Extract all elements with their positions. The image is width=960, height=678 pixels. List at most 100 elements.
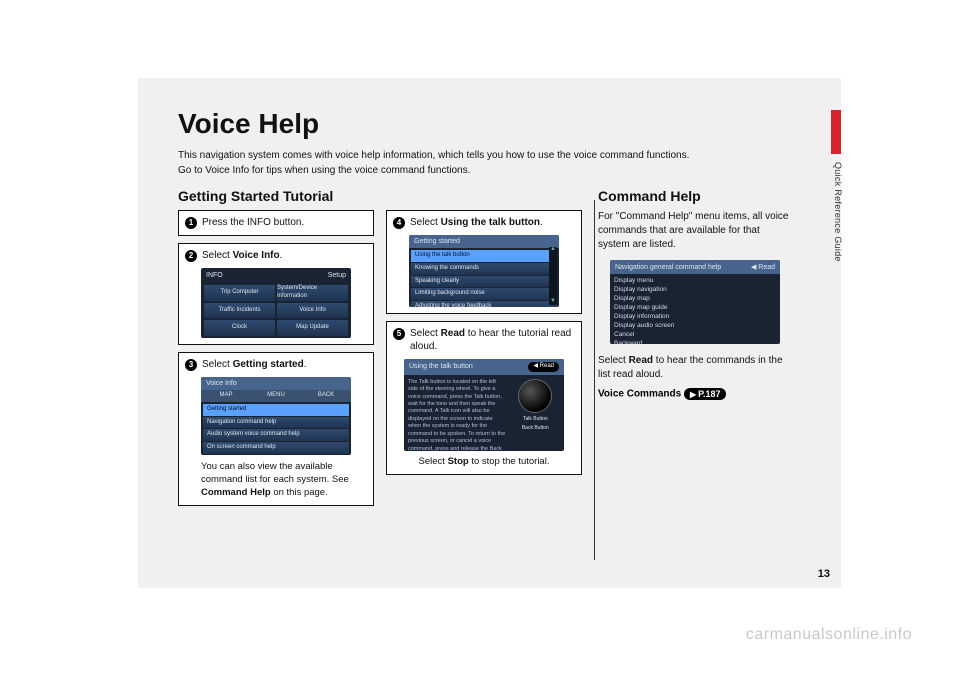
step-4-scrollbar bbox=[549, 247, 557, 305]
step-2-screen-topright: Setup bbox=[328, 271, 346, 280]
step-4-prefix: Select bbox=[410, 217, 441, 228]
step-2-prefix: Select bbox=[202, 250, 233, 261]
voice-commands-ref: Voice Commands ▶P.187 bbox=[598, 388, 792, 400]
step-4-row: Speaking clearly bbox=[411, 276, 557, 288]
cmd-row: Backward bbox=[614, 340, 776, 344]
step-2-screen-topleft: INFO bbox=[206, 271, 223, 280]
step-3-note-pre: You can also view the available command … bbox=[201, 461, 349, 485]
cmd-row: Display map guide bbox=[614, 304, 776, 311]
info-cell: Voice Info bbox=[277, 303, 348, 319]
step-5-caption: Select Stop to stop the tutorial. bbox=[393, 456, 575, 468]
step-3-note: You can also view the available command … bbox=[201, 461, 363, 499]
step-5-bold: Read bbox=[441, 328, 465, 339]
step-4-text: Select Using the talk button. bbox=[410, 216, 543, 229]
column-right: Command Help For "Command Help" menu ite… bbox=[594, 188, 792, 548]
step-2-bullet: 2 bbox=[185, 250, 197, 262]
step-5-text: Select Read to hear the tutorial read al… bbox=[410, 327, 575, 353]
step-3-note-post: on this page. bbox=[271, 487, 328, 498]
step-5-caption-bold: Stop bbox=[448, 456, 469, 467]
column-middle: 4 Select Using the talk button. Getting … bbox=[386, 188, 582, 548]
step-5-bullet: 5 bbox=[393, 328, 405, 340]
step-1-text: Press the INFO button. bbox=[202, 216, 304, 229]
step-5-screen-header: Using the talk button bbox=[409, 362, 473, 371]
step-3-screen-header: Voice Info bbox=[201, 377, 351, 390]
step-2-suffix: . bbox=[280, 250, 283, 261]
tutorial-heading: Getting Started Tutorial bbox=[178, 188, 374, 204]
step-5-screen-body: The Talk button is located on the left s… bbox=[408, 379, 507, 451]
step-4-suffix: . bbox=[540, 217, 543, 228]
step-3-text: Select Getting started. bbox=[202, 358, 306, 371]
command-help-outro: Select Read to hear the commands in the … bbox=[598, 354, 792, 382]
cmd-row: Display information bbox=[614, 313, 776, 320]
step-1-bullet: 1 bbox=[185, 217, 197, 229]
intro-line-2: Go to Voice Info for tips when using the… bbox=[178, 163, 800, 178]
step-3-box: 3 Select Getting started. Voice Info MAP… bbox=[178, 352, 374, 506]
cmd-row: Display map bbox=[614, 295, 776, 302]
cmd-row: Display menu bbox=[614, 277, 776, 284]
step-3-tab: MENU bbox=[251, 390, 301, 402]
step-3-note-bold: Command Help bbox=[201, 487, 271, 498]
cmd-outro-pre: Select bbox=[598, 355, 629, 366]
intro-text: This navigation system comes with voice … bbox=[178, 148, 800, 178]
step-2-bold: Voice Info bbox=[233, 250, 280, 261]
step-3-row: Audio system voice command help bbox=[203, 429, 349, 441]
step-3-prefix: Select bbox=[202, 359, 233, 370]
step-5-side-2: Back Button bbox=[522, 426, 549, 432]
page-title: Voice Help bbox=[178, 108, 800, 140]
step-5-read-chip: ◀ Read bbox=[528, 362, 559, 372]
voice-commands-ref-label: Voice Commands bbox=[598, 389, 681, 400]
step-5-caption-post: to stop the tutorial. bbox=[469, 456, 550, 467]
step-4-screen-header: Getting started bbox=[409, 235, 559, 248]
step-4-row: Knowing the commands bbox=[411, 263, 557, 275]
cmd-outro-bold: Read bbox=[629, 355, 653, 366]
step-3-row: Navigation command help bbox=[203, 417, 349, 429]
step-5-caption-pre: Select bbox=[419, 456, 448, 467]
talk-button-illustration bbox=[518, 379, 552, 413]
step-5-box: 5 Select Read to hear the tutorial read … bbox=[386, 321, 582, 475]
cmd-read-chip: ◀ Read bbox=[751, 263, 775, 271]
step-5-screenshot: Using the talk button ◀ Read The Talk bu… bbox=[404, 359, 564, 451]
step-3-bullet: 3 bbox=[185, 359, 197, 371]
step-3-screenshot: Voice Info MAP MENU BACK Getting started… bbox=[201, 377, 351, 455]
section-tab-red bbox=[831, 110, 841, 154]
info-cell: Traffic Incidents bbox=[204, 303, 275, 319]
step-5-read-label: Read bbox=[540, 363, 554, 369]
step-4-bullet: 4 bbox=[393, 217, 405, 229]
cmd-read-label: Read bbox=[758, 264, 775, 271]
cmd-screen-header: Navigation general command help bbox=[615, 264, 721, 271]
step-4-row: Using the talk button bbox=[411, 250, 557, 262]
section-side-label: Quick Reference Guide bbox=[833, 162, 843, 262]
info-cell: System/Device Information bbox=[277, 285, 348, 301]
step-3-row: On screen command help bbox=[203, 442, 349, 454]
footer-watermark: carmanualsonline.info bbox=[746, 626, 912, 644]
column-left: Getting Started Tutorial 1 Press the INF… bbox=[178, 188, 374, 548]
step-2-box: 2 Select Voice Info. INFO Setup Trip Com… bbox=[178, 243, 374, 345]
cmd-row: Display audio screen bbox=[614, 322, 776, 329]
cmd-row: Display navigation bbox=[614, 286, 776, 293]
step-3-tab: BACK bbox=[301, 390, 351, 402]
page-content: Voice Help This navigation system comes … bbox=[178, 108, 800, 548]
step-4-screenshot: Getting started Using the talk button Kn… bbox=[409, 235, 559, 307]
step-5-prefix: Select bbox=[410, 328, 441, 339]
cmd-row: Cancel bbox=[614, 331, 776, 338]
step-3-tab: MAP bbox=[201, 390, 251, 402]
page-number: 13 bbox=[818, 568, 830, 580]
step-2-text: Select Voice Info. bbox=[202, 249, 282, 262]
page-ref-pill: ▶P.187 bbox=[684, 388, 727, 400]
page-ref-text: P.187 bbox=[698, 389, 720, 399]
step-4-row: Adjusting the voice feedback bbox=[411, 301, 557, 307]
step-5-side-1: Talk Button bbox=[523, 417, 548, 423]
command-help-intro: For "Command Help" menu items, all voice… bbox=[598, 210, 792, 252]
column-divider bbox=[594, 200, 595, 560]
step-3-suffix: . bbox=[304, 359, 307, 370]
step-3-bold: Getting started bbox=[233, 359, 304, 370]
info-cell: Clock bbox=[204, 320, 275, 336]
command-help-screenshot: Navigation general command help ◀ Read D… bbox=[610, 260, 780, 344]
info-cell: Trip Computer bbox=[204, 285, 275, 301]
step-2-screenshot: INFO Setup Trip Computer System/Device I… bbox=[201, 268, 351, 338]
intro-line-1: This navigation system comes with voice … bbox=[178, 148, 800, 163]
info-cell: Map Update bbox=[277, 320, 348, 336]
step-4-box: 4 Select Using the talk button. Getting … bbox=[386, 210, 582, 314]
triangle-icon: ▶ bbox=[690, 390, 696, 399]
command-help-heading: Command Help bbox=[598, 188, 792, 204]
